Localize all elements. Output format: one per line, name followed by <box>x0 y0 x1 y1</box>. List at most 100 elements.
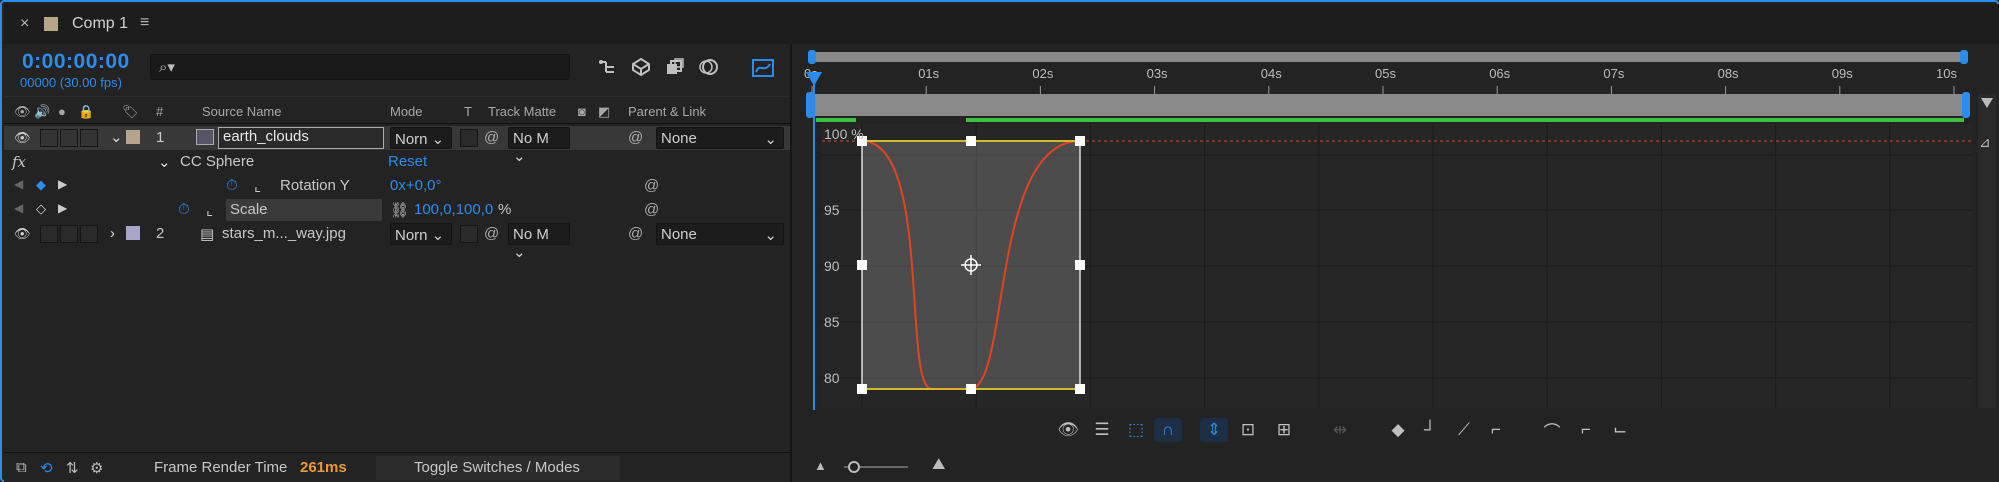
audio-toggle[interactable] <box>40 129 58 147</box>
layer-label-swatch[interactable] <box>126 130 140 144</box>
expression-pickwhip-icon[interactable]: @ <box>644 177 659 194</box>
scroll-marker-icon[interactable] <box>1981 98 1993 108</box>
edge-handle[interactable] <box>1075 260 1085 270</box>
auto-zoom-height-icon[interactable]: ⇕ <box>1200 418 1228 442</box>
reset-link[interactable]: Reset <box>388 153 427 170</box>
stopwatch-icon[interactable]: ⏱ <box>226 177 238 194</box>
parent-dropdown[interactable]: None ⌄ <box>656 127 784 149</box>
corner-handle[interactable] <box>1075 384 1085 394</box>
frame-blending-icon[interactable] <box>662 54 688 80</box>
navigator-end-handle[interactable] <box>1962 92 1970 118</box>
fx-icon[interactable]: fx <box>12 153 26 171</box>
solo-toggle[interactable] <box>60 129 78 147</box>
convert-hold-icon[interactable]: ┘ <box>1416 418 1444 442</box>
pickwhip-icon[interactable]: @ <box>628 225 643 242</box>
preserve-transparency-toggle[interactable] <box>460 225 478 243</box>
zoom-in-icon[interactable]: ⛰ <box>932 456 945 474</box>
comp-mini-flowchart-icon[interactable] <box>594 54 620 80</box>
snapping-magnet-icon[interactable]: ∩ <box>1154 418 1182 442</box>
lock-switch-icon[interactable]: 🔒 <box>78 104 94 120</box>
matte-invert-icon[interactable]: ◩ <box>598 104 610 120</box>
matte-link-icon[interactable]: @ <box>484 129 499 146</box>
convert-auto-bezier-icon[interactable]: ⌐ <box>1482 418 1510 442</box>
lock-toggle[interactable] <box>80 129 98 147</box>
layer-name[interactable]: stars_m..._way.jpg <box>222 225 346 242</box>
easy-ease-in-icon[interactable]: ⌐ <box>1572 418 1600 442</box>
next-keyframe-icon[interactable]: ▶ <box>58 201 67 215</box>
panel-menu-button[interactable]: ≡ <box>140 14 149 32</box>
prev-keyframe-icon[interactable]: ◀ <box>14 201 23 215</box>
current-time-display[interactable]: 0:00:00:00 <box>22 50 130 74</box>
property-row-scale[interactable]: ◀ ◇ ▶ ⏱ ⌞ Scale ⛓ 100,0,100,0 % @ <box>4 198 790 222</box>
effect-row[interactable]: fx ⌄ CC Sphere Reset <box>4 150 790 174</box>
stopwatch-icon[interactable]: ⏱ <box>178 201 190 218</box>
fit-all-graphs-icon[interactable]: ⊞ <box>1270 418 1298 442</box>
mode-dropdown[interactable]: Norn ⌄ <box>390 223 452 245</box>
close-tab-button[interactable]: × <box>20 15 29 33</box>
corner-handle[interactable] <box>1075 136 1085 146</box>
visibility-eye-icon[interactable]: 👁 <box>14 226 31 242</box>
label-tag-icon[interactable]: 🏷 <box>122 104 139 120</box>
zoom-slider-thumb[interactable] <box>848 461 860 473</box>
column-track-matte[interactable]: Track Matte <box>488 104 556 119</box>
audio-switch-icon[interactable]: 🔊 <box>34 104 50 120</box>
work-area-end-handle[interactable] <box>1960 50 1968 64</box>
matte-alpha-icon[interactable]: ◙ <box>578 104 586 119</box>
chevron-right-icon[interactable]: › <box>110 225 115 242</box>
keyframe-diamond-icon[interactable]: ◆ <box>36 177 46 193</box>
draft-3d-icon[interactable] <box>628 54 654 80</box>
pickwhip-icon[interactable]: @ <box>628 129 643 146</box>
property-row-rotation-y[interactable]: ◀ ◆ ▶ ⏱ ⌞ Rotation Y 0x+0,0° @ <box>4 174 790 198</box>
parent-dropdown[interactable]: None ⌄ <box>656 223 784 245</box>
scale-value[interactable]: 100,0,100,0 <box>414 201 493 218</box>
effect-chevron-icon[interactable]: ⌄ <box>158 153 171 171</box>
video-switch-icon[interactable]: 👁 <box>14 104 31 120</box>
transfer-controls-icon[interactable]: ⟲ <box>40 459 53 477</box>
graph-area[interactable]: 100 % 95 90 85 80 <box>822 124 1972 408</box>
column-source-name[interactable]: Source Name <box>202 104 281 119</box>
transform-box-icon[interactable]: ⬚ <box>1122 418 1150 442</box>
in-out-panes-icon[interactable]: ⇅ <box>66 459 79 477</box>
corner-handle[interactable] <box>857 384 867 394</box>
track-matte-dropdown[interactable]: No M ⌄ <box>508 223 570 261</box>
layer-switches-icon[interactable]: ⧉ <box>16 459 27 476</box>
visibility-eye-icon[interactable]: 👁 <box>14 130 31 146</box>
solo-toggle[interactable] <box>60 225 78 243</box>
search-input[interactable]: ⌕▾ <box>150 54 570 80</box>
value-graph[interactable] <box>822 124 1972 408</box>
constrain-proportions-icon[interactable]: ⛓ <box>390 201 409 219</box>
audio-toggle[interactable] <box>40 225 58 243</box>
graph-toggle-icon[interactable]: ⌞ <box>206 201 213 219</box>
time-navigator[interactable] <box>812 94 1964 116</box>
lock-toggle[interactable] <box>80 225 98 243</box>
matte-link-icon[interactable]: @ <box>484 225 499 242</box>
edge-handle[interactable] <box>966 136 976 146</box>
effect-name[interactable]: CC Sphere <box>180 153 254 170</box>
mode-dropdown[interactable]: Norn ⌄ <box>390 127 452 149</box>
graph-toggle-icon[interactable]: ⌞ <box>254 177 261 195</box>
layer-label-swatch[interactable] <box>126 226 140 240</box>
preserve-transparency-toggle[interactable] <box>460 129 478 147</box>
fit-selection-icon[interactable]: ⊡ <box>1234 418 1262 442</box>
keyframe-diamond-outline-icon[interactable]: ◇ <box>36 201 46 217</box>
column-mode[interactable]: Mode <box>390 104 423 119</box>
snap-pin-icon[interactable]: ⊿ <box>1979 134 1991 151</box>
expression-pickwhip-icon[interactable]: @ <box>644 201 659 218</box>
convert-linear-icon[interactable]: ⟋ <box>1450 418 1478 442</box>
layer-row-1[interactable]: 👁 ⌄ 1 earth_clouds Norn ⌄ @ No M ⌄ @ Non… <box>4 126 790 165</box>
easy-ease-icon[interactable]: ⌒ <box>1538 418 1566 442</box>
chevron-down-icon[interactable]: ⌄ <box>110 128 123 146</box>
prev-keyframe-icon[interactable]: ◀ <box>14 177 23 191</box>
rotation-value[interactable]: 0x+0,0° <box>390 177 441 194</box>
work-area-bar[interactable] <box>812 52 1964 62</box>
graph-options-icon[interactable]: ☰ <box>1088 418 1116 442</box>
zoom-out-icon[interactable]: ▲ <box>814 458 827 473</box>
comp-tab-title[interactable]: Comp 1 <box>72 15 128 33</box>
edge-handle[interactable] <box>857 260 867 270</box>
track-matte-dropdown[interactable]: No M ⌄ <box>508 127 570 165</box>
edge-handle[interactable] <box>966 384 976 394</box>
motion-blur-icon[interactable] <box>696 54 722 80</box>
work-area-start-handle[interactable] <box>808 50 816 64</box>
edit-keyframe-icon[interactable]: ◆ <box>1384 418 1412 442</box>
easy-ease-out-icon[interactable]: ⌙ <box>1606 418 1634 442</box>
